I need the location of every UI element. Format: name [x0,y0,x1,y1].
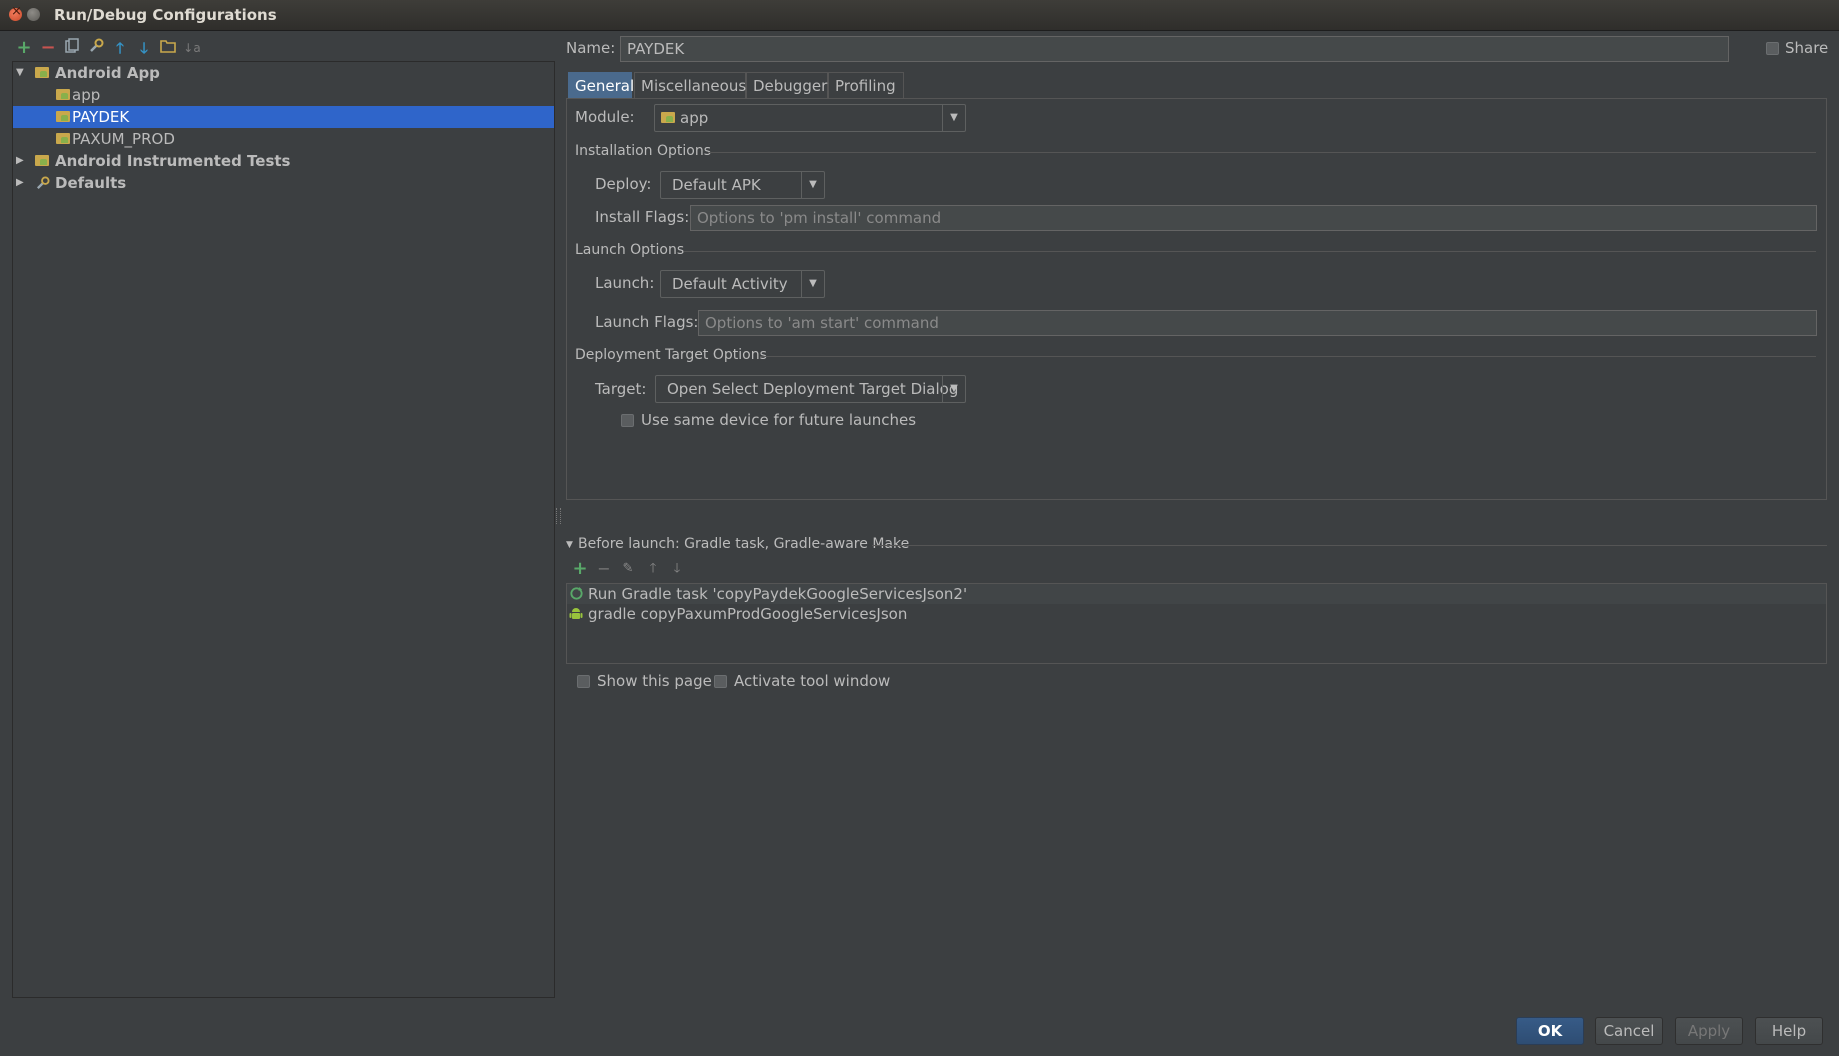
tree-item-label: Defaults [55,174,127,192]
target-value: Open Select Deployment Target Dialog [667,380,959,398]
launch-dropdown[interactable]: Default Activity ▼ [660,270,825,298]
tab-miscellaneous[interactable]: Miscellaneous [634,72,746,98]
gradle-refresh-icon [569,586,584,606]
window-minimize-button[interactable] [27,8,40,21]
launch-label: Launch: [595,274,655,292]
show-page-checkbox[interactable] [577,675,590,688]
folder-icon[interactable] [158,38,178,58]
show-page-label: Show this page [597,672,712,690]
list-item[interactable]: Run Gradle task 'copyPaydekGoogleService… [567,584,1826,604]
activate-tool-window-label: Activate tool window [734,672,891,690]
launch-flags-input[interactable]: Options to 'am start' command [698,310,1817,336]
module-dropdown[interactable]: app ▼ [654,104,966,132]
module-icon [661,112,675,123]
chevron-down-icon: ▼ [942,105,965,131]
tree-item-android-instrumented-tests[interactable]: ▶ Android Instrumented Tests [13,150,554,172]
tab-debugger[interactable]: Debugger [746,72,828,98]
group-divider [760,356,1816,357]
copy-icon[interactable] [62,38,82,58]
help-button[interactable]: Help [1755,1017,1823,1045]
tree-item-paydek[interactable]: PAYDEK [13,106,554,128]
window-title: Run/Debug Configurations [54,6,277,24]
remove-icon[interactable]: − [594,559,614,579]
collapse-arrow-icon[interactable]: ▶ [16,150,28,172]
window-close-button[interactable] [9,4,22,21]
move-down-icon[interactable]: 🡓 [667,559,687,579]
share-label: Share [1785,39,1829,57]
configurations-tree[interactable]: ▼ Android App app PAYDEK PAXUM_PROD ▶ An… [12,61,555,998]
group-divider [708,152,1816,153]
install-flags-label: Install Flags: [595,208,690,226]
install-flags-input[interactable]: Options to 'pm install' command [690,205,1817,231]
android-app-icon [56,111,70,122]
collapse-arrow-icon[interactable]: ▶ [16,172,28,194]
name-input[interactable]: PAYDEK [620,36,1729,62]
android-test-icon [35,155,49,166]
chevron-down-icon: ▼ [942,376,965,402]
android-app-icon [56,133,70,144]
edit-icon[interactable]: ✎ [618,559,638,579]
list-item[interactable]: gradle copyPaxumProdGoogleServicesJson [567,604,1826,624]
add-icon[interactable]: + [570,559,590,579]
group-divider [872,545,1827,546]
deployment-target-options-title: Deployment Target Options [575,347,767,363]
group-divider [684,251,1816,252]
deploy-label: Deploy: [595,175,652,193]
ok-button[interactable]: OK [1516,1017,1584,1045]
activate-tool-window-checkbox[interactable] [714,675,727,688]
android-icon [569,606,583,626]
installation-options-title: Installation Options [575,143,712,159]
module-label: Module: [575,108,635,126]
launch-value: Default Activity [672,275,788,293]
share-checkbox[interactable] [1766,42,1779,55]
tab-general[interactable]: General [568,72,634,98]
same-device-checkbox[interactable] [621,414,634,427]
tree-item-android-app[interactable]: ▼ Android App [13,62,554,84]
name-label: Name: [566,39,616,57]
tree-item-paxum-prod[interactable]: PAXUM_PROD [13,128,554,150]
list-item-label: Run Gradle task 'copyPaydekGoogleService… [588,585,968,603]
general-tab-panel [566,98,1827,500]
tree-item-app[interactable]: app [13,84,554,106]
target-dropdown[interactable]: Open Select Deployment Target Dialog ▼ [655,375,966,403]
tree-item-label: Android App [55,64,160,82]
chevron-down-icon: ▼ [801,271,824,297]
sort-icon[interactable]: ↓a [182,38,202,58]
android-app-icon [35,67,49,78]
cancel-button[interactable]: Cancel [1595,1017,1663,1045]
launch-options-title: Launch Options [575,242,685,258]
wrench-icon [35,175,50,197]
module-value: app [680,109,709,127]
tree-item-label: PAYDEK [72,108,130,126]
expand-arrow-icon[interactable]: ▼ [16,62,28,84]
before-launch-list[interactable]: Run Gradle task 'copyPaydekGoogleService… [566,583,1827,664]
move-down-icon[interactable]: 🡓 [134,38,154,58]
collapse-triangle-icon[interactable]: ▼ [566,540,573,550]
list-item-label: gradle copyPaxumProdGoogleServicesJson [588,605,908,623]
tree-item-label: PAXUM_PROD [72,130,175,148]
tree-item-defaults[interactable]: ▶ Defaults [13,172,554,194]
deploy-dropdown[interactable]: Default APK ▼ [660,171,825,199]
tree-item-label: app [72,86,101,104]
tab-profiling[interactable]: Profiling [828,72,904,98]
android-app-icon [56,89,70,100]
apply-button[interactable]: Apply [1675,1017,1743,1045]
chevron-down-icon: ▼ [801,172,824,198]
title-bar: Run/Debug Configurations [0,0,1839,31]
launch-flags-label: Launch Flags: [595,313,699,331]
wrench-icon[interactable] [86,38,106,58]
move-up-icon[interactable]: 🡑 [643,559,663,579]
tree-item-label: Android Instrumented Tests [55,152,291,170]
deploy-value: Default APK [672,176,761,194]
move-up-icon[interactable]: 🡑 [110,38,130,58]
target-label: Target: [595,380,647,398]
add-icon[interactable]: + [14,38,34,58]
same-device-label: Use same device for future launches [641,411,917,429]
splitter-handle[interactable] [556,508,561,524]
before-launch-title[interactable]: Before launch: Gradle task, Gradle-aware… [578,536,909,552]
remove-icon[interactable]: − [38,38,58,58]
